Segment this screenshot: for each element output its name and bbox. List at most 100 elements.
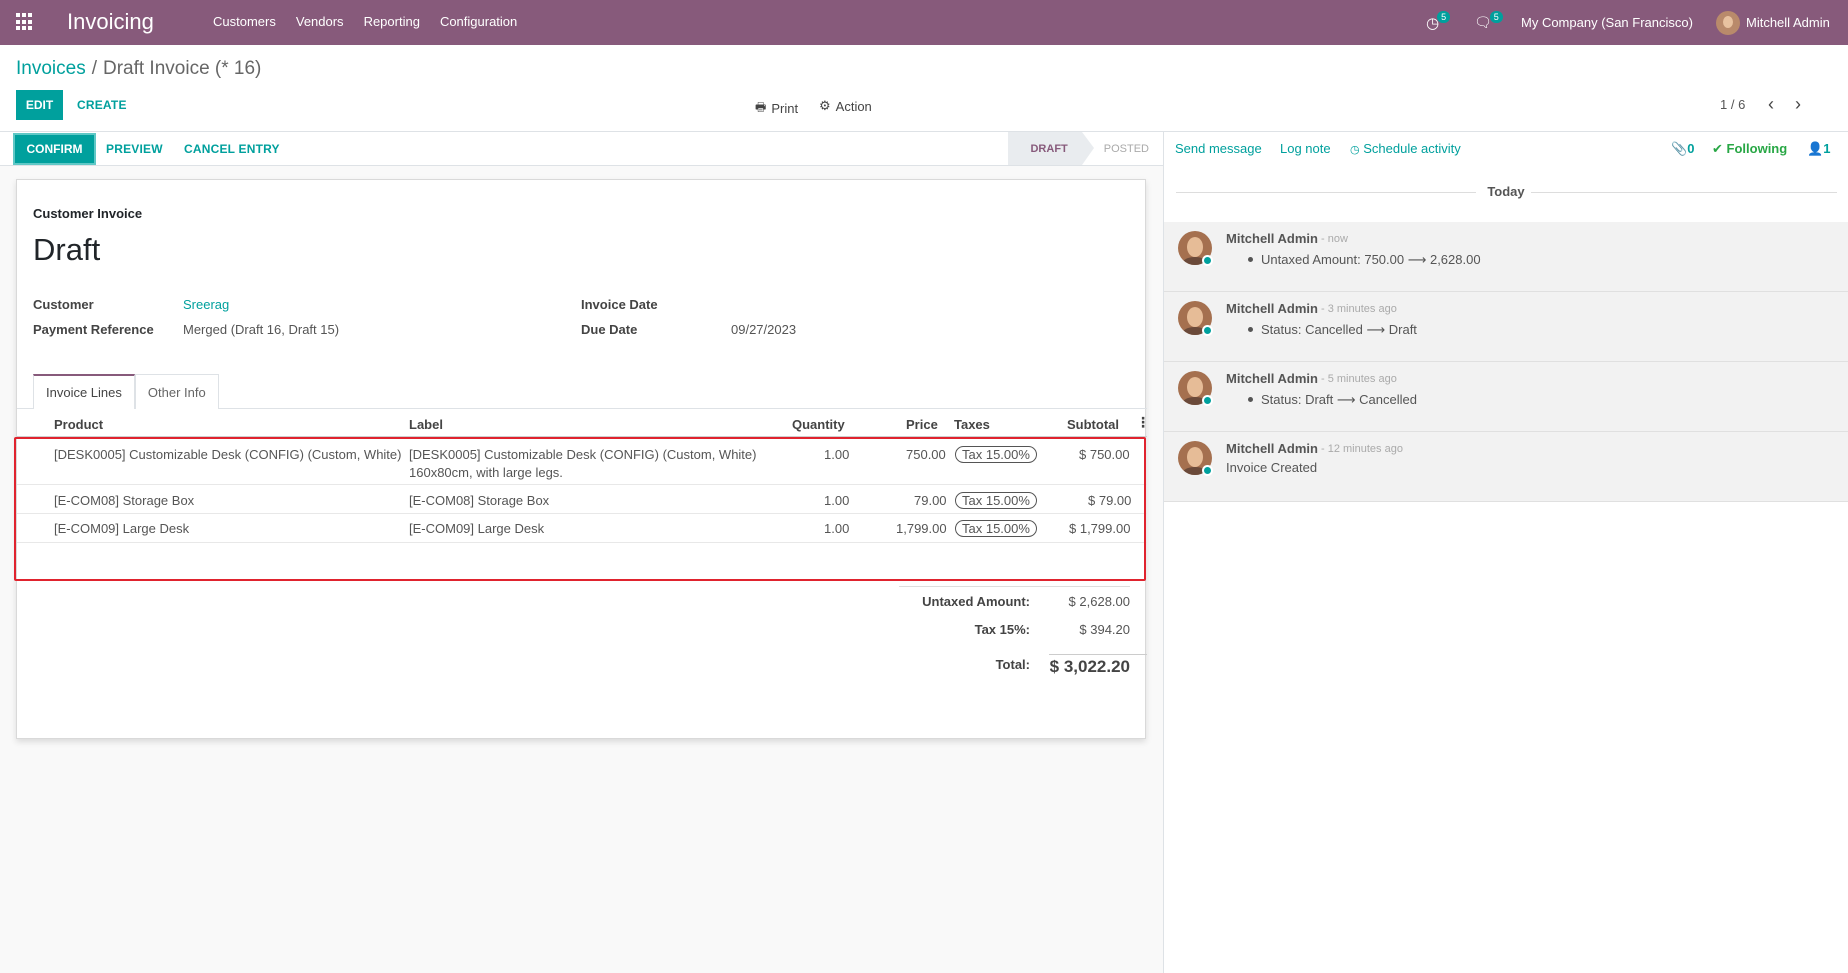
menu-item-reporting[interactable]: Reporting	[364, 14, 420, 29]
invoice-sheet: Customer Invoice Draft Customer Sreerag …	[16, 179, 1150, 739]
due-date-label: Due Date	[581, 322, 638, 337]
column-quantity[interactable]: Quantity	[792, 417, 845, 432]
line-subtotal: $ 1,799.00	[1069, 521, 1131, 536]
chatter-message: Mitchell Admin - now Untaxed Amount: 750…	[1164, 222, 1848, 292]
column-taxes[interactable]: Taxes	[954, 417, 990, 432]
chatter-message: Mitchell Admin - 3 minutes ago Status: C…	[1164, 292, 1848, 362]
company-switcher[interactable]: My Company (San Francisco)	[1521, 0, 1693, 45]
column-product[interactable]: Product	[54, 417, 103, 432]
print-button[interactable]: 🖶 Print	[755, 98, 798, 119]
paperclip-icon: 📎	[1671, 141, 1688, 156]
totals-top-divider	[899, 586, 1130, 587]
message-author[interactable]: Mitchell Admin	[1226, 301, 1318, 316]
main-menu: Customers Vendors Reporting Configuratio…	[213, 14, 517, 29]
clock-icon: ◷	[1350, 144, 1360, 156]
column-price[interactable]: Price	[906, 417, 938, 432]
chevron-right-icon[interactable]: ›	[1795, 94, 1801, 115]
edit-button[interactable]: EDIT	[16, 90, 63, 120]
today-label: Today	[1487, 184, 1525, 199]
pager-value[interactable]: 1 / 6	[1720, 97, 1745, 112]
line-price: 750.00	[906, 447, 946, 462]
message-text: Invoice Created	[1226, 460, 1318, 475]
check-icon: ✔	[1712, 141, 1723, 156]
column-label[interactable]: Label	[409, 417, 443, 432]
tab-invoice-lines[interactable]: Invoice Lines	[33, 374, 135, 409]
line-quantity: 1.00	[824, 493, 850, 508]
table-row[interactable]: [E-COM08] Storage Box [E-COM08] Storage …	[17, 485, 1147, 514]
invoice-title: Draft	[33, 232, 101, 267]
notebook-tabs: Invoice Lines Other Info	[33, 374, 219, 409]
line-quantity: 1.00	[824, 447, 850, 462]
messages-count-badge: 5	[1489, 10, 1503, 23]
line-tax-tag: Tax 15.00%	[955, 520, 1037, 537]
breadcrumb: Invoices / Draft Invoice (* 16)	[16, 58, 261, 80]
print-icon: 🖶	[755, 100, 767, 114]
untaxed-amount-label: Untaxed Amount:	[922, 594, 1030, 609]
line-label: [DESK0005] Customizable Desk (CONFIG) (C…	[409, 447, 757, 462]
breadcrumb-invoices[interactable]: Invoices	[16, 58, 86, 79]
user-menu[interactable]: Mitchell Admin	[1716, 0, 1830, 45]
preview-button[interactable]: PREVIEW	[106, 142, 163, 156]
messages-button[interactable]: 🗨 5	[1474, 0, 1505, 45]
apps-grid-icon[interactable]	[16, 13, 34, 31]
cancel-entry-button[interactable]: CANCEL ENTRY	[184, 142, 280, 156]
line-tax-tag: Tax 15.00%	[955, 446, 1037, 463]
customer-field[interactable]: Sreerag	[183, 297, 229, 312]
message-author[interactable]: Mitchell Admin	[1226, 231, 1318, 246]
tracking-value: Status: Draft ⟶ Cancelled	[1261, 392, 1417, 407]
online-status-icon	[1202, 395, 1213, 406]
message-author[interactable]: Mitchell Admin	[1226, 441, 1318, 456]
menu-item-vendors[interactable]: Vendors	[296, 14, 344, 29]
menu-item-customers[interactable]: Customers	[213, 14, 276, 29]
table-header: Product Label Quantity Price Taxes Subto…	[17, 409, 1150, 437]
line-product: [E-COM09] Large Desk	[54, 521, 190, 536]
message-author[interactable]: Mitchell Admin	[1226, 371, 1318, 386]
due-date-field[interactable]: 09/27/2023	[731, 322, 796, 337]
message-time: - 12 minutes ago	[1321, 443, 1403, 455]
activity-button[interactable]: ◷ 5	[1426, 0, 1452, 45]
status-step-posted[interactable]: POSTED	[1082, 132, 1163, 165]
online-status-icon	[1202, 325, 1213, 336]
message-body: Untaxed Amount: 750.00 ⟶ 2,628.00	[1226, 252, 1481, 268]
status-steps: DRAFT POSTED	[1008, 132, 1163, 165]
payment-reference-label: Payment Reference	[33, 322, 154, 337]
action-button[interactable]: ⚙ Action	[819, 98, 872, 114]
online-status-icon	[1202, 465, 1213, 476]
send-message-button[interactable]: Send message	[1175, 141, 1262, 156]
table-row[interactable]: [E-COM09] Large Desk [E-COM09] Large Des…	[17, 514, 1147, 543]
user-name: Mitchell Admin	[1746, 15, 1830, 30]
message-body: Invoice Created	[1226, 460, 1317, 475]
tab-other-info[interactable]: Other Info	[134, 374, 219, 409]
schedule-activity-button[interactable]: ◷ Schedule activity	[1350, 141, 1461, 156]
line-quantity: 1.00	[824, 521, 850, 536]
message-body: Status: Draft ⟶ Cancelled	[1226, 392, 1417, 408]
following-button[interactable]: ✔ Following	[1712, 141, 1787, 157]
line-subtotal: $ 750.00	[1079, 447, 1130, 462]
message-time: - now	[1321, 233, 1348, 245]
followers-button[interactable]: 👤1	[1807, 141, 1830, 157]
line-price: 1,799.00	[896, 521, 947, 536]
create-button[interactable]: CREATE	[77, 98, 127, 112]
menu-item-configuration[interactable]: Configuration	[440, 14, 517, 29]
chevron-left-icon[interactable]: ‹	[1768, 94, 1774, 115]
invoice-date-label: Invoice Date	[581, 297, 658, 312]
total-value: $ 3,022.20	[1049, 657, 1130, 676]
top-navbar: Invoicing Customers Vendors Reporting Co…	[0, 0, 1848, 45]
optional-columns-icon[interactable]: ⋮	[1136, 414, 1150, 431]
invoice-type: Customer Invoice	[33, 206, 143, 221]
table-row[interactable]: [DESK0005] Customizable Desk (CONFIG) (C…	[17, 438, 1147, 485]
online-status-icon	[1202, 255, 1213, 266]
chatter-panel: Send message Log note ◷ Schedule activit…	[1163, 132, 1848, 973]
user-avatar	[1716, 10, 1740, 35]
following-label: Following	[1726, 141, 1788, 156]
payment-reference-field[interactable]: Merged (Draft 16, Draft 15)	[183, 322, 339, 337]
line-subtotal: $ 79.00	[1088, 493, 1132, 508]
tracking-value: Status: Cancelled ⟶ Draft	[1261, 322, 1417, 337]
column-subtotal[interactable]: Subtotal	[1067, 417, 1119, 432]
attachments-button[interactable]: 📎0	[1671, 141, 1694, 157]
total-divider	[1049, 654, 1147, 655]
line-price: 79.00	[914, 493, 947, 508]
statusbar: CONFIRM PREVIEW CANCEL ENTRY DRAFT POSTE…	[0, 132, 1163, 166]
confirm-button[interactable]: CONFIRM	[13, 133, 96, 165]
log-note-button[interactable]: Log note	[1280, 141, 1331, 156]
